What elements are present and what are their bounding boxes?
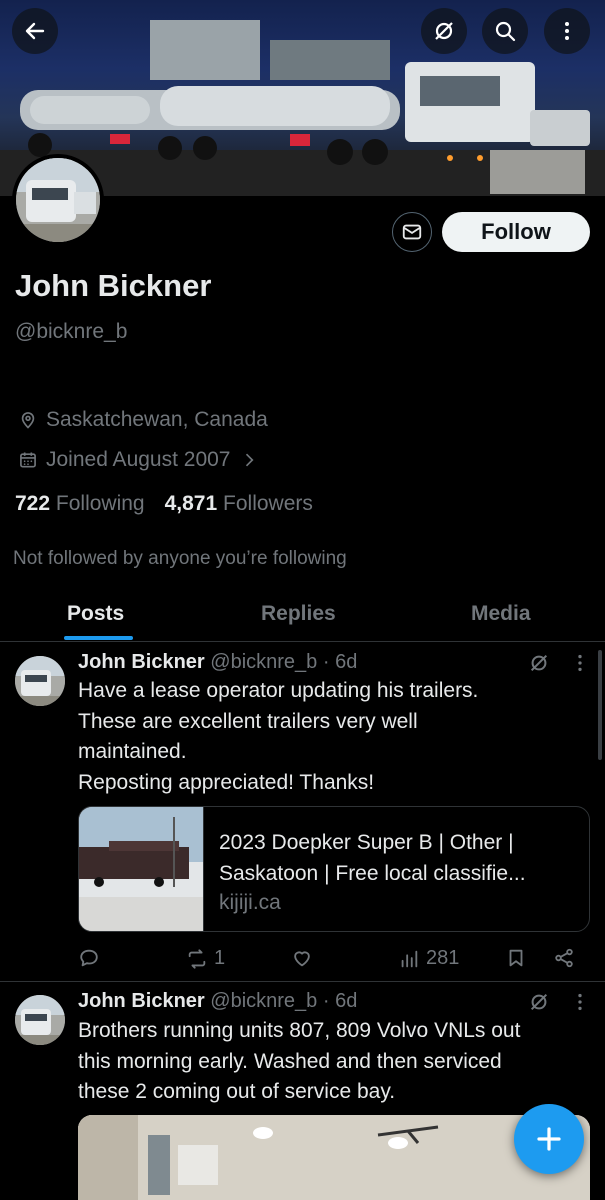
heart-icon	[294, 951, 310, 967]
plus-icon	[537, 1127, 561, 1151]
search-button[interactable]	[482, 8, 528, 54]
post-author-name[interactable]: John Bickner	[78, 990, 205, 1012]
profile-name: John Bickner	[15, 268, 212, 303]
grok-icon[interactable]	[528, 652, 550, 674]
post-text-line: Brothers running units 807, 809 Volvo VN…	[78, 1019, 521, 1042]
bookmark-button[interactable]	[505, 947, 527, 969]
link-preview-card[interactable]: 2023 Doepker Super B | Other | Saskatoon…	[78, 806, 590, 932]
link-thumbnail	[79, 807, 204, 931]
followers-count: 4,871	[164, 492, 218, 515]
back-button[interactable]	[12, 8, 58, 54]
views-icon	[401, 950, 418, 967]
link-title-line: Saskatoon | Free local classifie...	[219, 862, 526, 885]
joined-text: Joined August 2007	[46, 448, 231, 471]
follow-stats: 722 Following 4,871 Followers	[15, 492, 313, 516]
profile-location: Saskatchewan, Canada	[18, 408, 268, 432]
scrollbar-thumb[interactable]	[598, 650, 602, 760]
tab-media[interactable]: Media	[471, 602, 531, 626]
post-text-line: Have a lease operator updating his trail…	[78, 679, 479, 702]
tab-posts[interactable]: Posts	[67, 602, 124, 626]
post-text: Brothers running units 807, 809 Volvo VN…	[78, 1016, 593, 1108]
post-time[interactable]: · 6d	[323, 990, 357, 1012]
post-text-line: These are excellent trailers very well	[78, 709, 418, 733]
post-text-line: these 2 coming out of service bay.	[78, 1080, 396, 1103]
post-author-handle[interactable]: @bicknre_b	[210, 651, 317, 673]
post-divider	[0, 981, 605, 982]
more-options-button[interactable]	[544, 8, 590, 54]
post-media-image[interactable]	[78, 1115, 590, 1200]
profile-joined[interactable]: Joined August 2007	[18, 448, 259, 472]
arrow-left-icon	[25, 22, 45, 40]
post-header: John Bickner @bicknre_b · 6d	[78, 651, 357, 674]
link-title: 2023 Doepker Super B | Other | Saskatoon…	[219, 827, 581, 889]
followers-label: Followers	[223, 492, 313, 515]
repost-count: 1	[214, 947, 226, 969]
post-time[interactable]: · 6d	[323, 651, 357, 673]
location-pin-icon	[21, 412, 35, 429]
bookmark-icon	[509, 949, 523, 967]
message-button[interactable]	[392, 212, 432, 252]
search-icon	[495, 21, 516, 42]
follow-button[interactable]: Follow	[442, 212, 590, 252]
post-text-line: this morning early. Washed and then serv…	[78, 1049, 502, 1073]
link-domain: kijiji.ca	[219, 891, 281, 914]
chevron-right-icon	[245, 453, 254, 467]
location-text: Saskatchewan, Canada	[46, 408, 268, 431]
grok-button[interactable]	[421, 8, 467, 54]
following-link[interactable]: 722 Following	[15, 492, 145, 516]
calendar-icon	[20, 452, 36, 468]
post-author-name[interactable]: John Bickner	[78, 651, 205, 673]
envelope-icon	[402, 224, 422, 240]
repost-icon	[188, 948, 206, 969]
views-count: 281	[426, 947, 460, 969]
profile-tabs: Posts Replies Media	[0, 590, 605, 642]
post-text-line: Reposting appreciated! Thanks!	[78, 770, 375, 794]
followers-link[interactable]: 4,871 Followers	[165, 492, 313, 516]
repost-button[interactable]: 1	[186, 947, 225, 970]
more-vertical-icon[interactable]	[570, 991, 590, 1013]
grok-icon[interactable]	[528, 991, 550, 1013]
following-label: Following	[55, 492, 145, 515]
profile-handle: @bicknre_b	[15, 320, 128, 343]
link-title-line: 2023 Doepker Super B | Other |	[219, 831, 514, 854]
post-actions: 1 281	[0, 943, 605, 973]
share-button[interactable]	[553, 947, 575, 969]
grok-icon	[435, 22, 453, 40]
tab-replies[interactable]: Replies	[261, 602, 336, 626]
views-button[interactable]: 281	[398, 947, 459, 970]
compose-button[interactable]	[514, 1104, 584, 1174]
post-text: Have a lease operator updating his trail…	[78, 676, 593, 798]
post-text-line: maintained.	[78, 740, 187, 763]
share-icon	[555, 948, 573, 968]
following-count: 722	[15, 492, 51, 515]
more-vertical-icon[interactable]	[570, 652, 590, 674]
post-author-handle[interactable]: @bicknre_b	[210, 990, 317, 1012]
more-vertical-icon	[565, 22, 569, 40]
profile-avatar[interactable]	[12, 154, 104, 246]
reply-icon	[80, 949, 98, 967]
not-followed-notice: Not followed by anyone you’re following	[13, 548, 347, 569]
reply-button[interactable]	[78, 947, 100, 969]
post-header: John Bickner @bicknre_b · 6d	[78, 990, 357, 1013]
post-avatar[interactable]	[15, 656, 65, 706]
post-avatar[interactable]	[15, 995, 65, 1045]
active-tab-indicator	[64, 636, 133, 640]
like-button[interactable]	[291, 947, 313, 969]
